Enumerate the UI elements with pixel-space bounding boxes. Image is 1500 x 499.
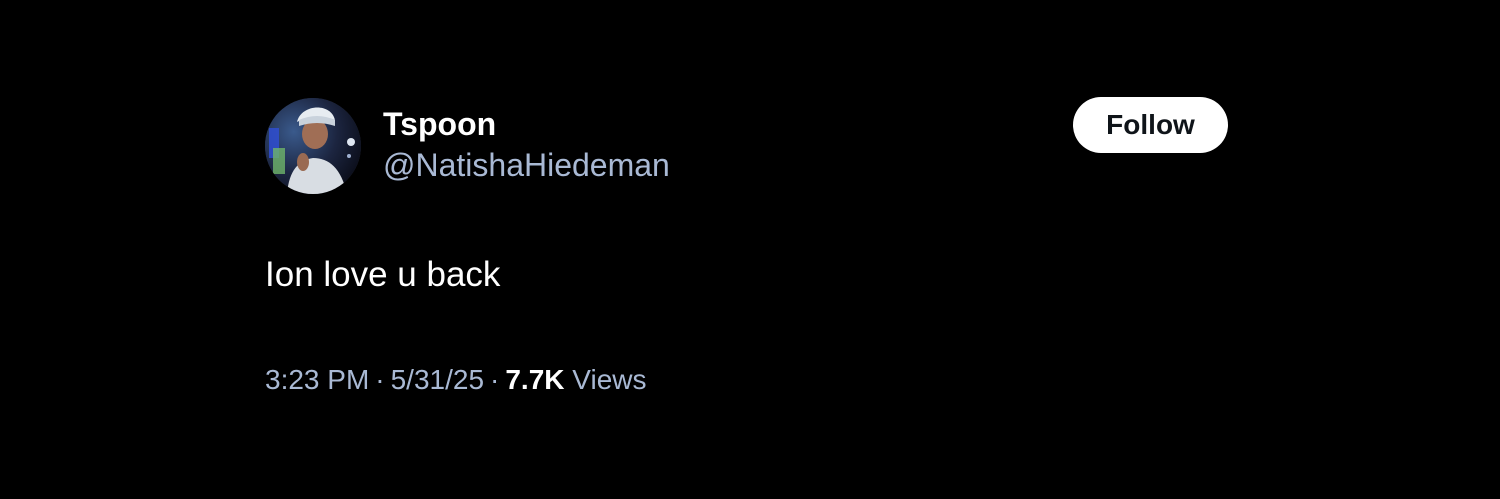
tweet-card: Tspoon @NatishaHiedeman Follow Ion love … bbox=[0, 0, 1500, 499]
separator: · bbox=[490, 364, 500, 395]
tweet-text: Ion love u back bbox=[265, 255, 501, 294]
avatar[interactable] bbox=[265, 98, 361, 194]
follow-button[interactable]: Follow bbox=[1073, 97, 1228, 153]
avatar-image bbox=[265, 98, 361, 194]
views-count[interactable]: 7.7K bbox=[505, 364, 564, 395]
separator: · bbox=[375, 364, 385, 395]
tweet-time[interactable]: 3:23 PM bbox=[265, 364, 369, 395]
tweet-date[interactable]: 5/31/25 bbox=[391, 364, 484, 395]
views-label[interactable]: Views bbox=[572, 364, 646, 395]
author-handle[interactable]: @NatishaHiedeman bbox=[383, 145, 670, 185]
tweet-meta: 3:23 PM · 5/31/25 · 7.7K Views bbox=[265, 362, 646, 398]
author-display-name[interactable]: Tspoon bbox=[383, 104, 496, 144]
